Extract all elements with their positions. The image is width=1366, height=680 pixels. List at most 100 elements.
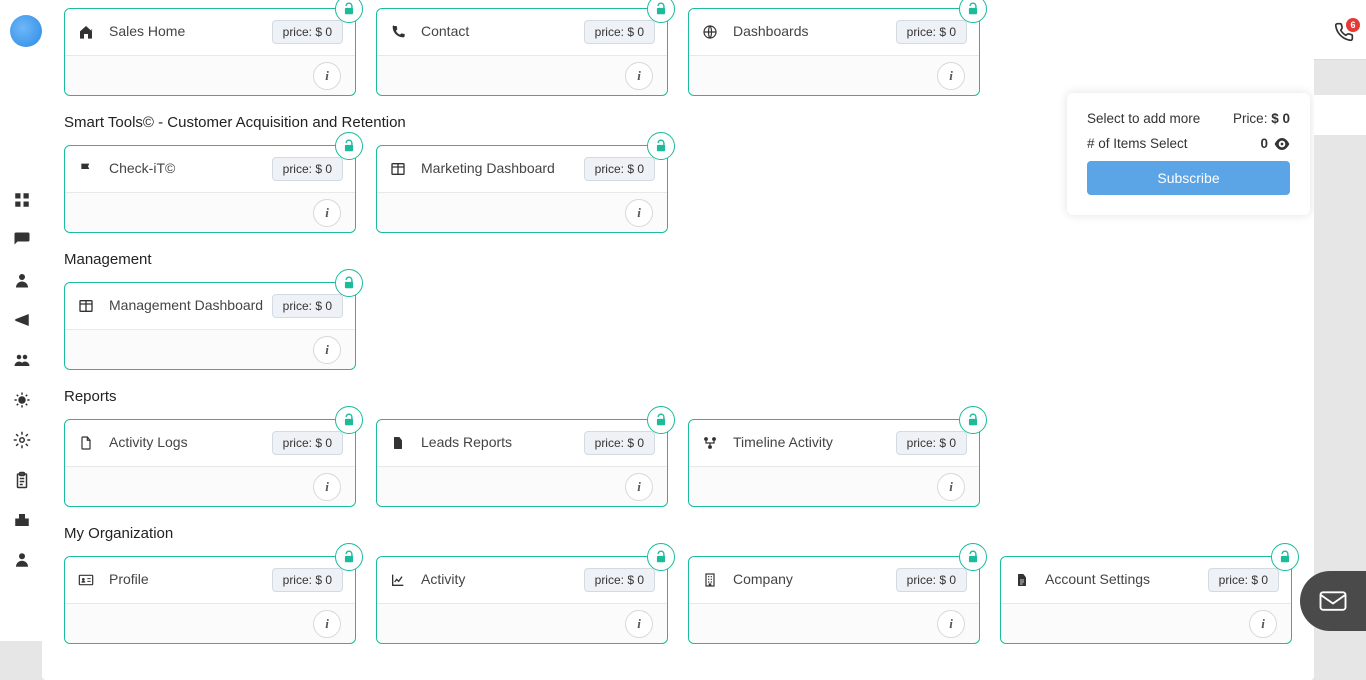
unlock-icon[interactable] [647, 132, 675, 160]
price-pill: price: $ 0 [272, 157, 343, 181]
info-button[interactable]: i [313, 336, 341, 364]
sidebar-item-group[interactable] [8, 346, 36, 374]
id-card-icon [77, 571, 95, 589]
feature-card[interactable]: Activity Logsprice: $ 0i [64, 419, 356, 507]
feature-card[interactable]: Marketing Dashboardprice: $ 0i [376, 145, 668, 233]
info-button[interactable]: i [313, 199, 341, 227]
card-label: Activity Logs [109, 434, 264, 452]
price-pill: price: $ 0 [272, 294, 343, 318]
section-title: Reports [64, 388, 1292, 405]
subscribe-button[interactable]: Subscribe [1087, 161, 1290, 195]
info-button[interactable]: i [313, 473, 341, 501]
sidebar-item-clipboard[interactable] [8, 466, 36, 494]
feature-card[interactable]: Leads Reportsprice: $ 0i [376, 419, 668, 507]
unlock-icon[interactable] [335, 406, 363, 434]
price-pill: price: $ 0 [1208, 568, 1279, 592]
price-pill: price: $ 0 [896, 568, 967, 592]
feature-card[interactable]: Management Dashboard price: $ 0 i [64, 282, 356, 370]
home-icon [77, 23, 95, 41]
sidebar-item-announce[interactable] [8, 306, 36, 334]
flag-icon [77, 160, 95, 178]
feature-card[interactable]: Sales Homeprice: $ 0i [64, 8, 356, 96]
unlock-icon[interactable] [959, 0, 987, 23]
unlock-icon[interactable] [335, 543, 363, 571]
sidebar-item-user[interactable] [8, 266, 36, 294]
feature-card[interactable]: Dashboardsprice: $ 0i [688, 8, 980, 96]
sidebar-item-person[interactable] [8, 546, 36, 574]
card-label: Company [733, 571, 888, 589]
phone-notification[interactable]: 6 [1334, 22, 1354, 42]
building-icon [701, 571, 719, 589]
summary-price: Price: $ 0 [1233, 111, 1290, 126]
price-pill: price: $ 0 [584, 20, 655, 44]
info-button[interactable]: i [937, 473, 965, 501]
file-icon [77, 434, 95, 452]
info-button[interactable]: i [625, 62, 653, 90]
price-pill: price: $ 0 [896, 431, 967, 455]
columns-icon [389, 160, 407, 178]
info-button[interactable]: i [625, 199, 653, 227]
phone-icon [389, 23, 407, 41]
feature-card[interactable]: Activity price: $ 0 i [376, 556, 668, 644]
summary-count-label: # of Items Select [1087, 136, 1188, 151]
avatar [10, 15, 42, 47]
subscription-panel: Sales Homeprice: $ 0iContactprice: $ 0iD… [42, 0, 1314, 680]
file-lines-icon [1013, 571, 1031, 589]
info-button[interactable]: i [937, 610, 965, 638]
unlock-icon[interactable] [335, 132, 363, 160]
feature-card[interactable]: Company price: $ 0 i [688, 556, 980, 644]
sidebar-item-bug[interactable] [8, 386, 36, 414]
card-label: Marketing Dashboard [421, 160, 576, 178]
cards-row: Profileprice: $ 0iActivityprice: $ 0iCom… [64, 556, 1292, 644]
section-title: My Organization [64, 525, 1292, 542]
info-button[interactable]: i [313, 62, 341, 90]
cards-row: Management Dashboard price: $ 0 i [64, 282, 1292, 370]
info-button[interactable]: i [625, 610, 653, 638]
unlock-icon[interactable] [335, 269, 363, 297]
unlock-icon[interactable] [647, 406, 675, 434]
summary-box: Select to add more Price: $ 0 # of Items… [1067, 93, 1310, 215]
card-label: Check-iT© [109, 160, 264, 178]
chart-line-icon [389, 571, 407, 589]
card-label: Sales Home [109, 23, 264, 41]
notification-count-badge: 6 [1346, 18, 1360, 32]
info-button[interactable]: i [313, 610, 341, 638]
summary-select-label: Select to add more [1087, 111, 1200, 126]
unlock-icon[interactable] [647, 0, 675, 23]
card-label: Account Settings [1045, 571, 1200, 589]
nodes-icon [701, 434, 719, 452]
info-button[interactable]: i [937, 62, 965, 90]
price-pill: price: $ 0 [272, 568, 343, 592]
card-label: Management Dashboard [109, 297, 264, 315]
card-label: Activity [421, 571, 576, 589]
feature-card[interactable]: Profile price: $ 0 i [64, 556, 356, 644]
unlock-icon[interactable] [959, 406, 987, 434]
feature-card[interactable]: Check-iT© price: $ 0 i [64, 145, 356, 233]
sidebar-item-dashboard[interactable] [8, 186, 36, 214]
sidebar-item-org[interactable] [8, 506, 36, 534]
section-title: Management [64, 251, 1292, 268]
sidebar [0, 0, 44, 641]
unlock-icon[interactable] [1271, 543, 1299, 571]
cards-row: Activity Logsprice: $ 0iLeads Reportspri… [64, 419, 1292, 507]
feature-card[interactable]: Timeline Activity price: $ 0 i [688, 419, 980, 507]
file-solid-icon [389, 434, 407, 452]
card-label: Profile [109, 571, 264, 589]
unlock-icon[interactable] [335, 0, 363, 23]
sidebar-item-chat[interactable] [8, 226, 36, 254]
eye-icon[interactable] [1274, 136, 1290, 151]
price-pill: price: $ 0 [584, 568, 655, 592]
feature-card[interactable]: Contactprice: $ 0i [376, 8, 668, 96]
sidebar-item-settings[interactable] [8, 426, 36, 454]
chat-fab[interactable] [1300, 571, 1366, 631]
feature-card[interactable]: Account Settings price: $ 0 i [1000, 556, 1292, 644]
unlock-icon[interactable] [647, 543, 675, 571]
price-pill: price: $ 0 [584, 431, 655, 455]
summary-count: 0 [1260, 136, 1290, 151]
card-label: Dashboards [733, 23, 888, 41]
info-button[interactable]: i [625, 473, 653, 501]
cards-row: Sales Homeprice: $ 0iContactprice: $ 0iD… [64, 8, 1292, 96]
unlock-icon[interactable] [959, 543, 987, 571]
info-button[interactable]: i [1249, 610, 1277, 638]
card-label: Timeline Activity [733, 434, 888, 452]
